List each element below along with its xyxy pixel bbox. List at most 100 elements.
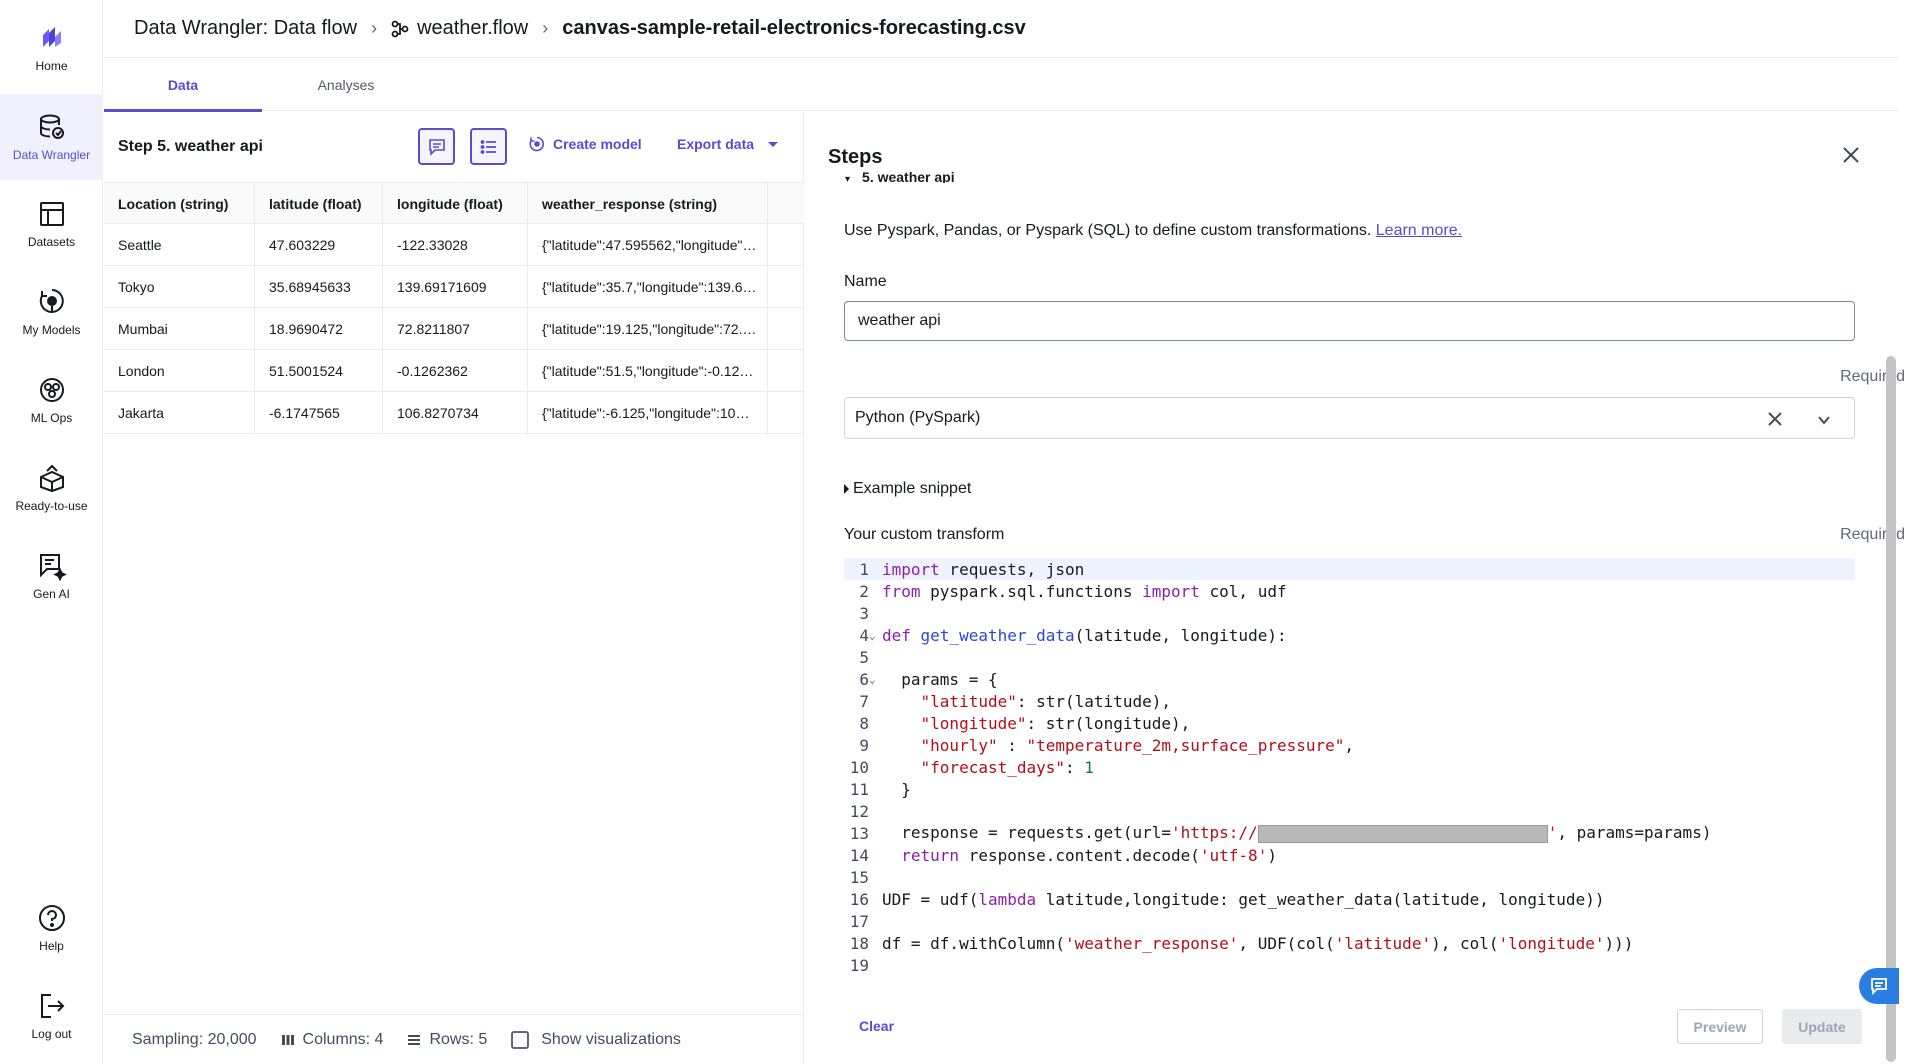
code-line: 18 df = df.withColumn('weather_response',… [849, 933, 1634, 953]
create-model-button[interactable]: Create model [529, 136, 642, 152]
code-line: 16 UDF = udf(lambda latitude,longitude: g… [849, 889, 1605, 909]
column-header-empty [768, 183, 804, 225]
table-cell-empty [768, 224, 804, 266]
comment-view-button[interactable] [418, 128, 455, 165]
create-model-label: Create model [553, 136, 642, 152]
nav-item-help[interactable]: Help [0, 888, 103, 968]
code-line: 12 [849, 801, 869, 821]
nav-rail: Home Data Wrangler Datasets My Models ML… [0, 0, 103, 1064]
table-cell: 106.8270734 [383, 392, 528, 434]
table-row: Seattle 47.603229 -122.33028 {"latitude"… [104, 224, 804, 266]
sampling-info: Sampling: 20,000 [132, 1030, 257, 1048]
canvas-logo-icon [42, 27, 61, 47]
code-line: 6 ⌄ params = { [859, 669, 998, 689]
nav-item-log-out[interactable]: Log out [0, 976, 103, 1056]
table-cell-empty [768, 308, 804, 350]
nav-item-ready-to-use[interactable]: Ready-to-use [0, 448, 103, 528]
transform-description: Use Pyspark, Pandas, or Pyspark (SQL) to… [844, 222, 1463, 239]
table-footer: Sampling: 20,000 Columns: 4 Rows: 5 Show… [104, 1014, 804, 1064]
feedback-chat-button[interactable] [1859, 968, 1899, 1004]
show-visualizations-toggle[interactable]: Show visualizations [511, 1030, 681, 1049]
database-icon [39, 114, 64, 139]
genai-icon [39, 554, 67, 581]
caret-right-icon [844, 484, 849, 494]
step-title: Step 5. weather api [118, 138, 263, 155]
fold-icon[interactable]: ⌄ [869, 629, 882, 642]
nav-item-datasets[interactable]: Datasets [0, 184, 103, 264]
table-cell-empty [768, 266, 804, 308]
code-line: 3 [859, 603, 869, 623]
show-visualizations-label: Show visualizations [541, 1030, 681, 1048]
table-cell: Mumbai [104, 308, 255, 350]
breadcrumb-file: canvas-sample-retail-electronics-forecas… [562, 17, 1026, 39]
table-header: Location (string) latitude (float) longi… [104, 182, 804, 225]
fold-icon[interactable]: ⌄ [869, 673, 882, 686]
columns-info: Columns: 4 [281, 1030, 384, 1049]
code-line: 4 ⌄ def get_weather_data(latitude, longitu… [859, 625, 1287, 645]
column-header[interactable]: weather_response (string) [528, 183, 768, 225]
table-cell-empty [768, 392, 804, 434]
export-data-button[interactable]: Export data [677, 136, 779, 152]
example-snippet-toggle[interactable]: Example snippet [844, 480, 971, 498]
list-view-button[interactable] [470, 128, 507, 165]
code-line: 9 "hourly" : "temperature_2m,surface_pre… [859, 735, 1355, 755]
chevron-down-icon[interactable] [1816, 412, 1832, 428]
code-line: 19 [849, 955, 869, 975]
redacted-url [1257, 824, 1548, 843]
nav-item-my-models[interactable]: My Models [0, 272, 103, 352]
nav-label-gen-ai: Gen AI [33, 587, 70, 601]
table-cell: {"latitude":47.595562,"longitude":-122.3… [528, 224, 768, 266]
steps-panel: Steps ▾ 5. weather api Use Pyspark, Panda… [805, 112, 1905, 1064]
help-icon [38, 905, 65, 931]
nav-label-log-out: Log out [31, 1027, 72, 1041]
table-cell-empty [768, 350, 804, 392]
table-cell: 51.5001524 [255, 350, 383, 392]
column-header[interactable]: longitude (float) [383, 183, 528, 225]
columns-count: Columns: 4 [302, 1030, 384, 1048]
language-select[interactable]: Python (PySpark) [844, 397, 1855, 439]
steps-title: Steps [828, 146, 883, 168]
chevron-right-icon: › [371, 18, 378, 38]
breadcrumb-flow[interactable]: weather.flow [417, 17, 528, 40]
table-cell: London [104, 350, 255, 392]
nav-label-ml-ops: ML Ops [30, 411, 73, 425]
table-row: Tokyo 35.68945633 139.69171609 {"latitud… [104, 266, 804, 308]
model-icon [39, 289, 64, 313]
preview-button[interactable]: Preview [1677, 1009, 1763, 1044]
table-cell: 72.8211807 [383, 308, 528, 350]
table-cell: -122.33028 [383, 224, 528, 266]
code-line: 1 import requests, json [844, 558, 1855, 580]
clear-button[interactable]: Clear [859, 1018, 894, 1034]
example-snippet-label: Example snippet [853, 480, 972, 497]
nav-item-data-wrangler[interactable]: Data Wrangler [0, 94, 103, 180]
column-header[interactable]: latitude (float) [255, 183, 383, 225]
show-visualizations-checkbox[interactable] [511, 1030, 530, 1049]
code-line: 14 return response.content.decode('utf-8… [849, 845, 1277, 865]
breadcrumb: Data Wrangler: Data flow › weather.flow … [104, 0, 1899, 58]
code-line: 15 [849, 867, 869, 887]
flow-icon [391, 20, 409, 37]
table-cell: {"latitude":35.7,"longitude":139.6875,"h… [528, 266, 768, 308]
panel-scrollbar[interactable] [1886, 356, 1896, 1062]
logout-icon [40, 994, 64, 1018]
learn-more-link[interactable]: Learn more. [1376, 222, 1462, 239]
tab-analyses[interactable]: Analyses [262, 59, 430, 111]
nav-item-gen-ai[interactable]: Gen AI [0, 536, 103, 616]
table-cell: {"latitude":19.125,"longitude":72.875,"h… [528, 308, 768, 350]
tab-data[interactable]: Data [104, 59, 262, 112]
chevron-right-icon: › [542, 18, 549, 38]
rows-count: Rows: 5 [429, 1030, 488, 1048]
language-select-value: Python (PySpark) [855, 409, 981, 426]
breadcrumb-root[interactable]: Data Wrangler: Data flow [134, 17, 357, 40]
name-label: Name [844, 273, 887, 290]
clear-selection-icon[interactable] [1766, 410, 1784, 428]
column-header[interactable]: Location (string) [104, 183, 255, 225]
code-editor[interactable]: 1 import requests, json 2 from pyspark.sql… [844, 558, 1855, 988]
name-input[interactable]: weather api [844, 301, 1855, 341]
update-button[interactable]: Update [1782, 1009, 1862, 1044]
nav-item-home[interactable]: Home [0, 8, 103, 88]
table-icon [39, 202, 64, 226]
nav-item-ml-ops[interactable]: ML Ops [0, 360, 103, 440]
close-icon[interactable] [1840, 144, 1862, 166]
table-cell: 18.9690472 [255, 308, 383, 350]
